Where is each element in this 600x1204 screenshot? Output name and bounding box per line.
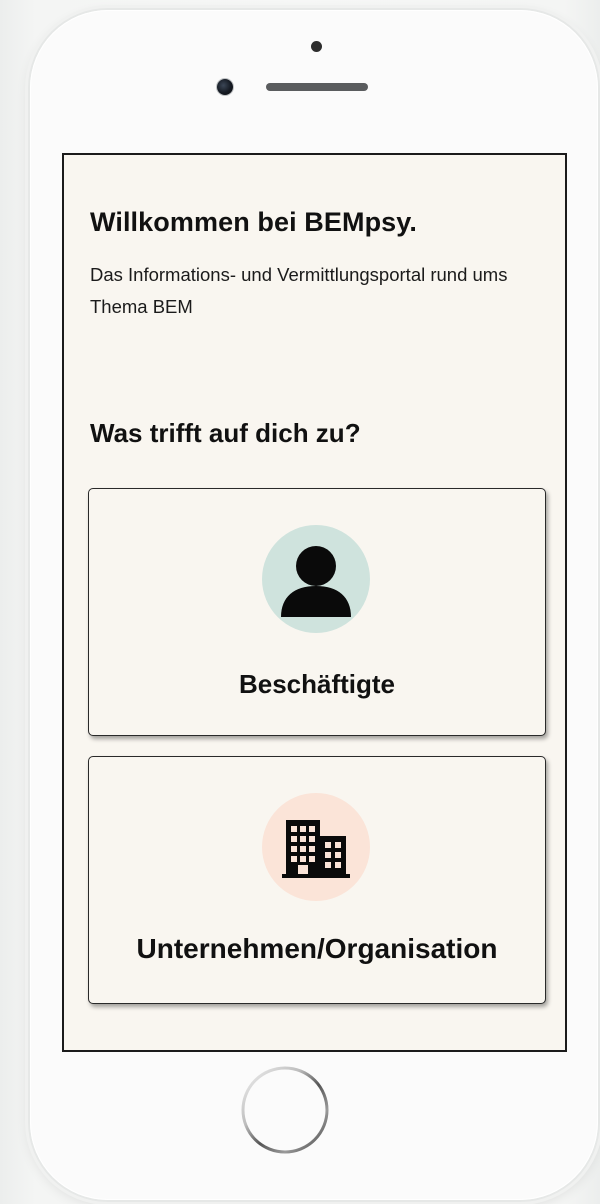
person-icon xyxy=(281,546,351,617)
earpiece-speaker xyxy=(266,83,368,91)
welcome-title: Willkommen bei BEMpsy. xyxy=(90,207,418,237)
option-card-employees[interactable]: Beschäftigte xyxy=(88,488,546,736)
front-camera xyxy=(217,79,233,95)
option-label-company: Unternehmen/Organisation xyxy=(136,933,498,964)
option-label-employees: Beschäftigte xyxy=(238,669,396,699)
app-screen: Willkommen bei BEMpsy. Das Informations-… xyxy=(62,153,567,1052)
company-icon-circle xyxy=(262,793,370,901)
employee-icon-circle xyxy=(262,525,370,633)
option-card-company[interactable]: Unternehmen/Organisation xyxy=(88,756,546,1004)
proximity-sensor xyxy=(311,41,322,52)
home-button[interactable] xyxy=(240,1065,330,1155)
welcome-subtitle: Das Informations- und Vermittlungsportal… xyxy=(90,264,508,317)
office-buildings-icon xyxy=(282,820,350,878)
question-heading: Was trifft auf dich zu? xyxy=(90,418,361,448)
device-mockup-background: Willkommen bei BEMpsy. Das Informations-… xyxy=(0,0,600,1204)
